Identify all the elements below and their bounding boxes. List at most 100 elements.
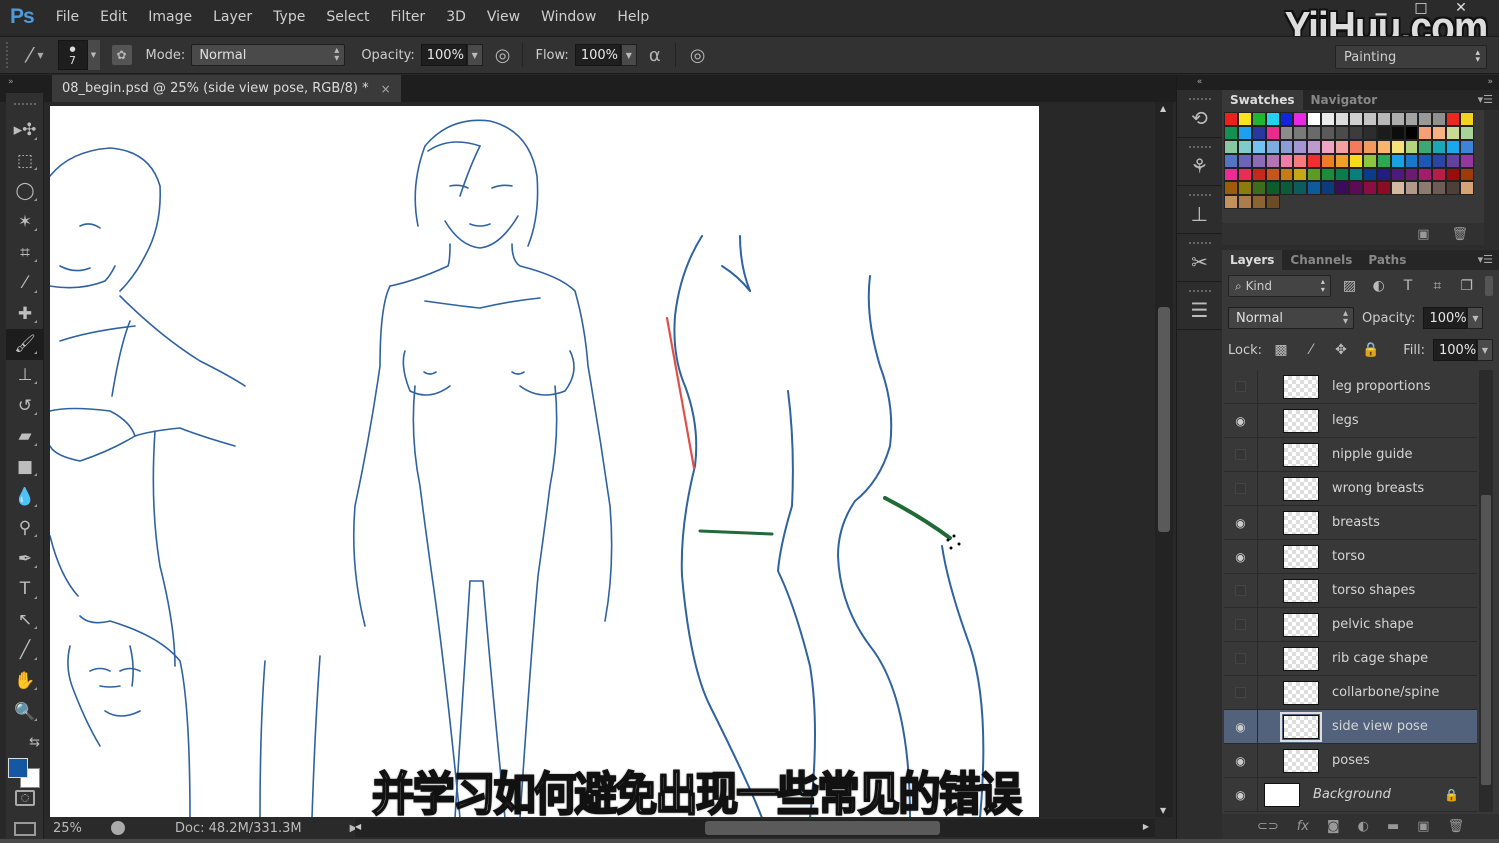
swap-colors-button[interactable]: ⇆: [6, 727, 44, 758]
new-layer-icon[interactable]: ▣: [1417, 819, 1429, 834]
lock-transparent-icon[interactable]: ▩: [1270, 342, 1292, 358]
color-swatch[interactable]: [1335, 181, 1350, 196]
color-swatch[interactable]: [1237, 139, 1252, 154]
layer-row[interactable]: rib cage shape: [1224, 641, 1477, 676]
color-swatch[interactable]: [1460, 181, 1475, 196]
workspace-switcher[interactable]: Painting ▴ ▾: [1335, 45, 1487, 69]
color-swatch[interactable]: [1224, 181, 1238, 196]
new-group-icon[interactable]: ▬: [1387, 819, 1399, 834]
color-swatch[interactable]: [1335, 112, 1350, 126]
layers-panel-menu-icon[interactable]: ▾☰: [1478, 253, 1493, 266]
layer-row[interactable]: ◉ torso: [1224, 539, 1477, 574]
document-tab[interactable]: 08_begin.psd @ 25% (side view pose, RGB/…: [52, 75, 401, 102]
color-swatch[interactable]: [1265, 139, 1280, 154]
color-swatch[interactable]: [1224, 112, 1238, 126]
layer-row[interactable]: ◉ Background 🔒: [1224, 777, 1477, 812]
canvas-vertical-scrollbar[interactable]: ▲ ▼: [1155, 102, 1173, 817]
color-swatch[interactable]: [1293, 139, 1308, 154]
color-swatch[interactable]: [1460, 153, 1475, 168]
color-swatch[interactable]: [1251, 125, 1266, 140]
color-swatch[interactable]: [1265, 167, 1280, 182]
color-swatch[interactable]: [1293, 181, 1308, 196]
layer-visibility-toggle[interactable]: ◉: [1224, 743, 1258, 778]
tab-navigator[interactable]: Navigator: [1303, 90, 1386, 110]
filter-adjustment-icon[interactable]: ◐: [1368, 278, 1389, 294]
filter-toggle[interactable]: [1485, 276, 1493, 296]
collapse-toolbar-icon[interactable]: »: [8, 77, 14, 87]
new-swatch-icon[interactable]: ▣: [1417, 227, 1429, 242]
color-swatch[interactable]: [1362, 181, 1377, 196]
color-swatch[interactable]: [1279, 181, 1294, 196]
screen-mode-icon[interactable]: [14, 822, 36, 836]
options-grip[interactable]: [6, 42, 10, 68]
color-swatch[interactable]: [1335, 167, 1350, 182]
flow-dropdown-arrow[interactable]: ▼: [620, 44, 637, 66]
color-swatch[interactable]: [1376, 139, 1391, 154]
color-swatch[interactable]: [1251, 181, 1266, 196]
brush-size-dropdown-arrow[interactable]: ▼: [87, 40, 100, 70]
color-swatch[interactable]: [1265, 181, 1280, 196]
clone-stamp-tool-button[interactable]: ⊥: [6, 360, 44, 391]
lock-position-icon[interactable]: ✥: [1330, 342, 1352, 358]
tab-channels[interactable]: Channels: [1282, 250, 1360, 270]
color-swatch[interactable]: [1321, 153, 1336, 168]
color-swatch[interactable]: [1362, 139, 1377, 154]
eraser-tool-button[interactable]: ▰: [6, 421, 44, 452]
layer-row[interactable]: collarbone/spine: [1224, 675, 1477, 710]
brush-presets-panel-button[interactable]: ⚘: [1177, 138, 1222, 186]
expand-panels-icon[interactable]: »: [1222, 75, 1499, 90]
color-swatch[interactable]: [1390, 139, 1405, 154]
blend-mode-dropdown[interactable]: Normal ▴ ▾: [1228, 307, 1354, 329]
menu-layer[interactable]: Layer: [213, 9, 252, 25]
healing-brush-tool-button[interactable]: ✚: [6, 299, 44, 330]
layer-row[interactable]: torso shapes: [1224, 573, 1477, 608]
color-swatch[interactable]: [1224, 195, 1238, 210]
filter-type-icon[interactable]: T: [1397, 278, 1418, 294]
layer-visibility-toggle[interactable]: ◉: [1224, 777, 1258, 812]
layer-visibility-toggle[interactable]: ◉: [1224, 403, 1258, 438]
layer-visibility-toggle[interactable]: ◉: [1224, 539, 1258, 574]
color-swatch[interactable]: [1390, 125, 1405, 140]
color-swatch[interactable]: [1349, 167, 1363, 182]
color-swatch[interactable]: [1349, 181, 1363, 196]
color-swatch[interactable]: [1224, 139, 1238, 154]
filter-kind-dropdown[interactable]: ⌕ Kind ▴ ▾: [1228, 275, 1331, 297]
color-swatch[interactable]: [1362, 167, 1377, 182]
lock-image-icon[interactable]: ⁄: [1300, 342, 1322, 358]
layer-row[interactable]: wrong breasts: [1224, 471, 1477, 506]
color-swatch[interactable]: [1446, 181, 1461, 196]
tool-presets-panel-button[interactable]: ✂: [1177, 234, 1222, 282]
menu-view[interactable]: View: [487, 9, 520, 25]
collapse-dock-icon[interactable]: «: [1177, 75, 1222, 90]
menu-window[interactable]: Window: [541, 9, 596, 25]
tab-paths[interactable]: Paths: [1360, 250, 1414, 270]
fill-arrow[interactable]: ▼: [1477, 339, 1493, 361]
color-swatch[interactable]: [1418, 181, 1433, 196]
color-swatch[interactable]: [1446, 125, 1461, 140]
layers-scrollbar[interactable]: [1479, 370, 1493, 812]
layer-visibility-toggle[interactable]: ◉: [1224, 709, 1258, 744]
gradient-tool-button[interactable]: ■: [6, 452, 44, 483]
add-mask-icon[interactable]: ◙: [1327, 819, 1340, 834]
filter-smart-object-icon[interactable]: ❐: [1456, 278, 1477, 294]
color-swatch[interactable]: [1460, 167, 1475, 182]
layer-visibility-toggle[interactable]: [1224, 370, 1258, 404]
move-tool-button[interactable]: ▸✣: [6, 115, 44, 146]
brush-tool-button[interactable]: 🖌: [6, 329, 44, 360]
pressure-opacity-icon[interactable]: ◎: [495, 45, 511, 66]
vertical-scroll-thumb[interactable]: [1158, 307, 1170, 532]
path-selection-tool-button[interactable]: ↖: [6, 605, 44, 636]
layer-opacity-input[interactable]: 100%: [1423, 307, 1468, 329]
color-swatch[interactable]: [1265, 153, 1280, 168]
layer-visibility-toggle[interactable]: [1224, 471, 1258, 506]
color-swatch[interactable]: [1265, 125, 1280, 140]
color-swatch[interactable]: [1460, 125, 1475, 140]
layer-row[interactable]: ◉ breasts: [1224, 505, 1477, 540]
history-brush-tool-button[interactable]: ↺: [6, 390, 44, 421]
color-swatch[interactable]: [1362, 125, 1377, 140]
minimize-button[interactable]: ▁: [1361, 0, 1401, 20]
color-swatch[interactable]: [1404, 181, 1419, 196]
color-swatch[interactable]: [1362, 112, 1377, 126]
color-swatch[interactable]: [1251, 195, 1266, 210]
color-swatch[interactable]: [1237, 112, 1252, 126]
